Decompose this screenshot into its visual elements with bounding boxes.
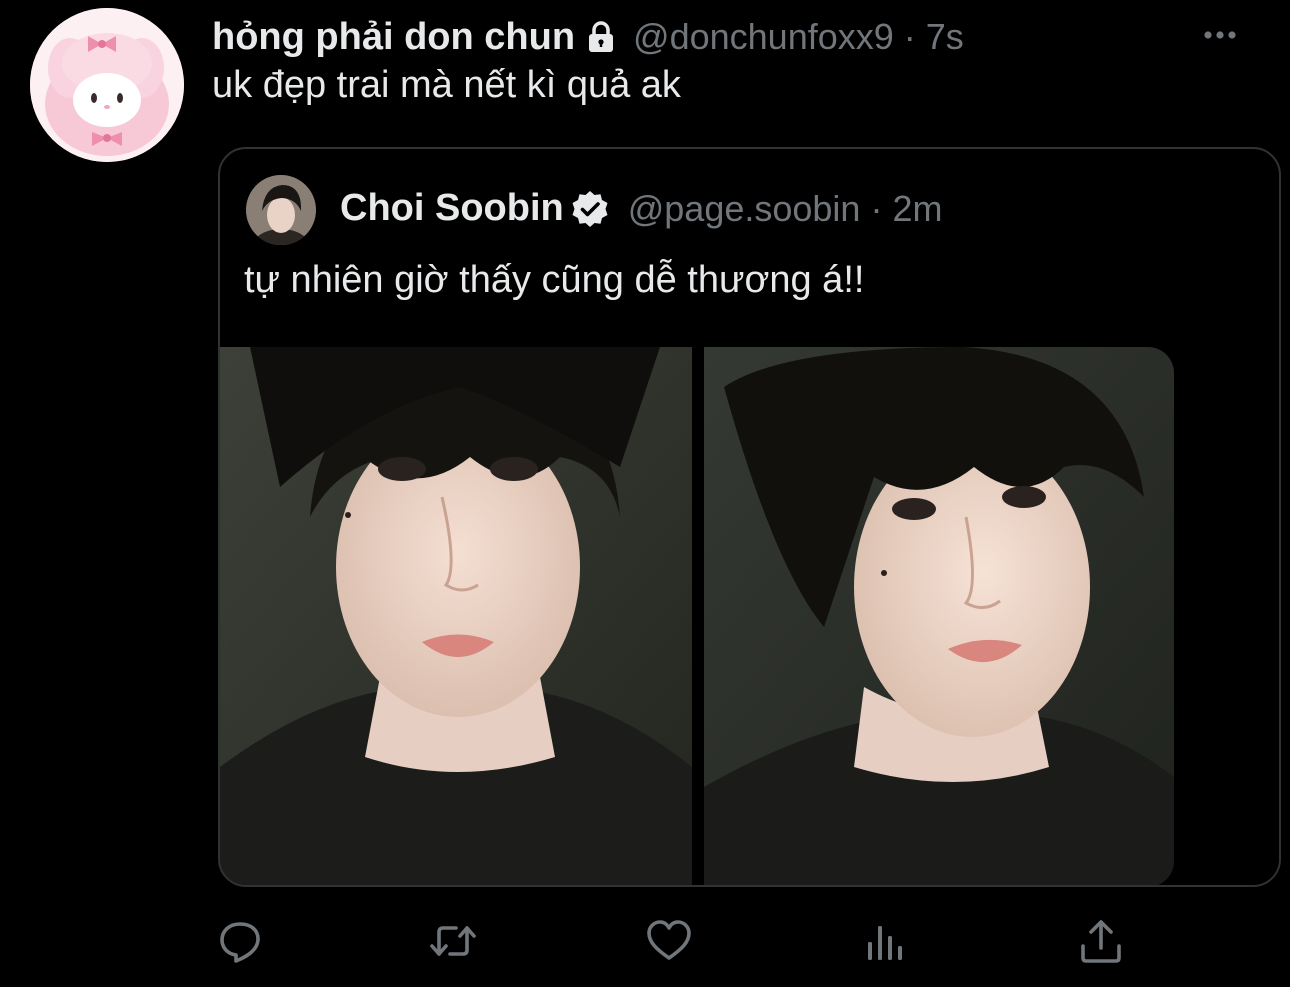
quoted-tweet-header: Choi Soobin @page.soobin · 2m	[340, 187, 942, 230]
separator-dot: ·	[870, 187, 883, 229]
quoted-tweet[interactable]: Choi Soobin @page.soobin · 2m tự nhiên g…	[218, 147, 1281, 887]
retweet-icon[interactable]	[428, 916, 478, 966]
quoted-tweet-timestamp[interactable]: 2m	[892, 188, 942, 230]
media-divider	[692, 347, 704, 885]
analytics-icon[interactable]	[860, 916, 910, 966]
tweet-timestamp[interactable]: 7s	[926, 16, 964, 58]
lock-icon	[583, 19, 619, 55]
pink-bunny-avatar-icon	[30, 8, 184, 162]
quoted-author-display-name[interactable]: Choi Soobin	[340, 187, 564, 230]
separator-dot: ·	[903, 16, 916, 57]
share-icon[interactable]	[1076, 916, 1126, 966]
quoted-author-handle[interactable]: @page.soobin	[628, 188, 861, 230]
profile-photo-icon	[246, 175, 316, 245]
reply-icon[interactable]	[216, 916, 266, 966]
tweet[interactable]: hỏng phải don chun @donchunfoxx9 · 7s uk…	[0, 0, 1290, 987]
verified-badge-icon	[570, 189, 610, 229]
tweet-header: hỏng phải don chun @donchunfoxx9 · 7s	[212, 14, 964, 60]
tweet-text: uk đẹp trai mà nết kì quả ak	[212, 64, 681, 106]
action-bar	[212, 916, 1132, 966]
quoted-author-avatar[interactable]	[246, 175, 316, 245]
media-empty-area	[1174, 347, 1279, 885]
media-grid	[220, 347, 1279, 885]
author-handle[interactable]: @donchunfoxx9	[633, 16, 894, 58]
heart-icon[interactable]	[644, 916, 694, 966]
photo-1[interactable]	[220, 347, 692, 885]
author-display-name[interactable]: hỏng phải don chun	[212, 16, 575, 59]
quoted-tweet-text: tự nhiên giờ thấy cũng dễ thương á!!	[244, 259, 865, 301]
photo-2[interactable]	[704, 347, 1174, 885]
more-horizontal-icon[interactable]	[1200, 22, 1240, 48]
author-avatar[interactable]	[30, 8, 184, 162]
